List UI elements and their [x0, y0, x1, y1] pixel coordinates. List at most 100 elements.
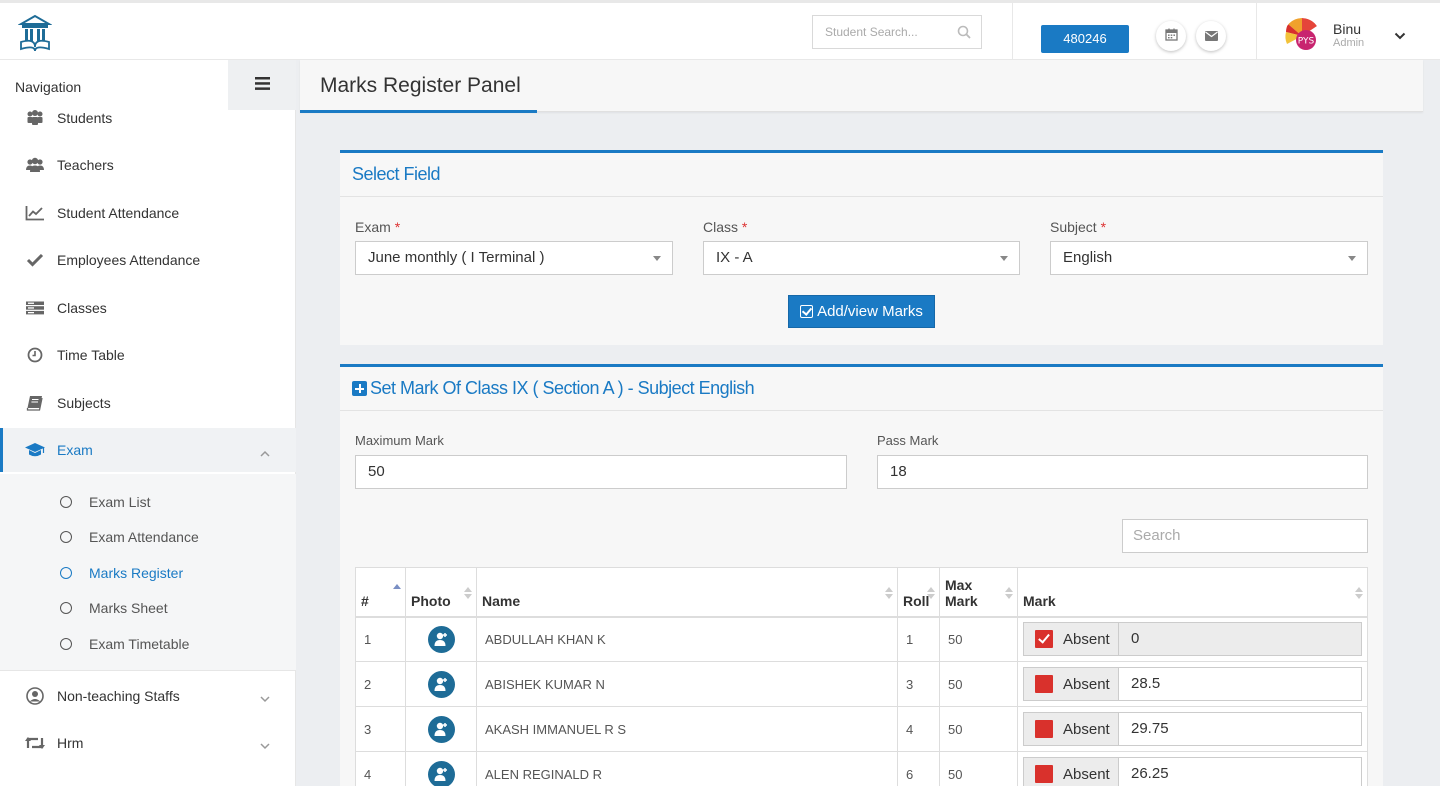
cell-number: 3: [355, 706, 406, 752]
top-bar: 480246 PYS Binu Admin: [0, 0, 1440, 60]
sidebar-item-hrm[interactable]: Hrm: [0, 721, 296, 765]
submenu-item-marks-sheet[interactable]: Marks Sheet: [0, 593, 296, 623]
table-header-row: # Photo Name Roll Max Mark Mark: [355, 567, 1368, 618]
subject-select[interactable]: English: [1050, 241, 1368, 275]
circle-icon: [60, 496, 72, 508]
submenu-item-exam-timetable[interactable]: Exam Timetable: [0, 629, 296, 659]
user-name[interactable]: Binu: [1333, 21, 1361, 37]
pass-mark-input[interactable]: 18: [877, 455, 1368, 489]
panel-header: Select Field: [340, 153, 1383, 197]
chevron-down-icon[interactable]: [1394, 27, 1406, 43]
absent-label: Absent: [1063, 675, 1110, 693]
cell-mark: Absent 0: [1017, 616, 1368, 662]
column-header-number[interactable]: #: [355, 567, 406, 618]
submenu-item-marks-register[interactable]: Marks Register: [0, 558, 296, 588]
column-header-mark[interactable]: Mark: [1017, 567, 1368, 618]
mark-input[interactable]: 29.75: [1119, 712, 1362, 746]
cell-number: 2: [355, 661, 406, 707]
calendar-button[interactable]: [1156, 21, 1186, 51]
sidebar-item-subjects[interactable]: Subjects: [0, 381, 296, 425]
sidebar-item-time-table[interactable]: Time Table: [0, 333, 296, 377]
column-header-roll[interactable]: Roll: [897, 567, 940, 618]
sidebar: Navigation Students Teachers Student Att…: [0, 60, 296, 786]
check-square-icon: [800, 305, 814, 318]
exam-label: Exam *: [355, 219, 401, 235]
student-search-input[interactable]: [813, 16, 943, 48]
sort-icon: [1355, 587, 1363, 599]
mark-input[interactable]: 0: [1119, 622, 1362, 657]
sort-asc-icon: [393, 584, 401, 596]
table-row: 1 ABDULLAH KHAN K 1 50 Absent 0: [355, 616, 1368, 662]
absent-toggle[interactable]: Absent: [1023, 667, 1119, 701]
page-title-underline: [300, 110, 537, 113]
absent-checkbox[interactable]: [1035, 630, 1053, 649]
absent-label: Absent: [1063, 720, 1110, 738]
circle-icon: [60, 638, 72, 650]
id-badge[interactable]: 480246: [1041, 25, 1129, 53]
submenu-item-label: Marks Sheet: [89, 600, 168, 616]
sidebar-item-label: Non-teaching Staffs: [57, 688, 180, 704]
max-mark-input[interactable]: 50: [355, 455, 847, 489]
mail-button[interactable]: [1196, 21, 1226, 51]
mark-input-group: Absent 0: [1023, 622, 1362, 657]
cell-mark: Absent 26.25: [1017, 751, 1368, 786]
header-divider: [1012, 3, 1013, 60]
mark-input[interactable]: 26.25: [1119, 757, 1362, 786]
absent-label: Absent: [1063, 630, 1110, 648]
absent-toggle[interactable]: Absent: [1023, 712, 1119, 746]
absent-toggle[interactable]: Absent: [1023, 622, 1119, 657]
caret-down-icon: [1000, 256, 1008, 261]
check-icon: [24, 253, 46, 267]
sidebar-item-classes[interactable]: Classes: [0, 286, 296, 330]
column-header-photo[interactable]: Photo: [405, 567, 477, 618]
absent-checkbox[interactable]: [1035, 675, 1053, 693]
exam-select[interactable]: June monthly ( I Terminal ): [355, 241, 673, 275]
class-select-value: IX - A: [716, 249, 753, 266]
table-row: 4 ALEN REGINALD R 6 50 Absent 26.25: [355, 751, 1368, 786]
chevron-down-icon: [260, 737, 270, 753]
sidebar-item-label: Students: [57, 110, 113, 126]
cell-photo: [405, 661, 477, 707]
table-search-input[interactable]: Search: [1122, 519, 1368, 553]
cell-name: ALEN REGINALD R: [476, 751, 898, 786]
sidebar-item-teachers[interactable]: Teachers: [0, 143, 296, 187]
cell-mark: Absent 28.5: [1017, 661, 1368, 707]
button-label: Add/view Marks: [817, 303, 923, 320]
chevron-up-icon: [260, 444, 270, 460]
sidebar-item-exam[interactable]: Exam: [0, 428, 296, 472]
mark-input[interactable]: 28.5: [1119, 667, 1362, 701]
absent-checkbox[interactable]: [1035, 765, 1053, 783]
avatar[interactable]: PYS: [1284, 18, 1320, 54]
clock-icon: [24, 347, 46, 363]
page-header: Marks Register Panel: [300, 60, 1423, 113]
mark-input-group: Absent 29.75: [1023, 712, 1362, 746]
absent-toggle[interactable]: Absent: [1023, 757, 1119, 786]
absent-checkbox[interactable]: [1035, 720, 1053, 738]
sidebar-item-non-teaching-staffs[interactable]: Non-teaching Staffs: [0, 674, 296, 718]
sidebar-item-student-attendance[interactable]: Student Attendance: [0, 191, 296, 235]
cell-number: 4: [355, 751, 406, 786]
exam-submenu: Exam List Exam Attendance Marks Register…: [0, 474, 296, 670]
page-title: Marks Register Panel: [320, 74, 521, 97]
submenu-item-label: Exam List: [89, 494, 151, 510]
cell-number: 1: [355, 616, 406, 662]
student-search-box: [812, 15, 982, 49]
search-icon[interactable]: [957, 25, 971, 42]
class-select[interactable]: IX - A: [703, 241, 1020, 275]
submenu-item-exam-attendance[interactable]: Exam Attendance: [0, 522, 296, 552]
subject-label: Subject *: [1050, 219, 1107, 235]
submenu-item-label: Exam Attendance: [89, 529, 199, 545]
cell-max-mark: 50: [939, 661, 1018, 707]
sidebar-item-students[interactable]: Students: [0, 96, 296, 140]
add-view-marks-button[interactable]: Add/view Marks: [788, 295, 935, 328]
cell-photo: [405, 751, 477, 786]
column-header-name[interactable]: Name: [476, 567, 898, 618]
svg-text:PYS: PYS: [1298, 37, 1315, 47]
classes-icon: [24, 301, 46, 315]
sidebar-item-employees-attendance[interactable]: Employees Attendance: [0, 238, 296, 282]
school-logo-icon[interactable]: [17, 14, 53, 52]
cell-roll: 3: [897, 661, 940, 707]
submenu-item-exam-list[interactable]: Exam List: [0, 487, 296, 517]
column-header-max-mark[interactable]: Max Mark: [939, 567, 1018, 618]
user-circle-icon: [24, 687, 46, 705]
